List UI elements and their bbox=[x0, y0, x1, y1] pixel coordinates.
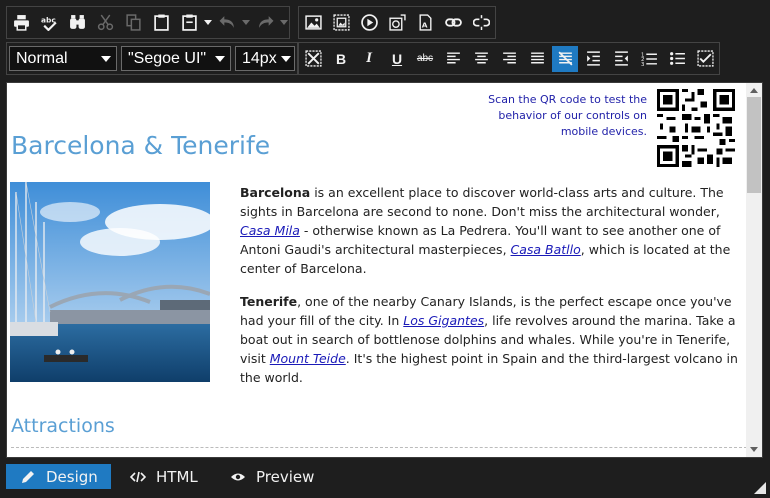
barcelona-bold: Barcelona bbox=[240, 185, 311, 200]
font-name-value: "Segoe UI" bbox=[128, 49, 207, 67]
mode-bar: Design HTML Preview bbox=[0, 462, 770, 498]
paste-icon[interactable] bbox=[148, 10, 174, 36]
cut-icon[interactable] bbox=[92, 10, 118, 36]
barcelona-port-photo bbox=[10, 182, 210, 382]
paste-special-icon[interactable] bbox=[176, 10, 202, 36]
spellcheck-icon[interactable]: abc bbox=[36, 10, 62, 36]
clear-formatting-icon[interactable] bbox=[300, 46, 326, 72]
align-center-icon[interactable] bbox=[468, 46, 494, 72]
preview-tab-label: Preview bbox=[256, 467, 315, 486]
casa-batllo-link[interactable]: Casa Batllo bbox=[511, 242, 581, 257]
font-size-dropdown-icon bbox=[280, 55, 291, 62]
code-icon bbox=[130, 471, 146, 482]
remove-link-icon[interactable] bbox=[468, 10, 494, 36]
format-block-dropdown-icon bbox=[101, 55, 111, 62]
scroll-thumb[interactable] bbox=[747, 97, 761, 193]
format-block-select[interactable]: Normal bbox=[9, 46, 117, 71]
barcelona-paragraph: Barcelona is an excellent place to disco… bbox=[240, 183, 745, 278]
font-size-value: 14px bbox=[242, 49, 277, 67]
toolbar-insert-group: A bbox=[298, 6, 496, 39]
insert-video-icon[interactable] bbox=[356, 10, 382, 36]
undo-dropdown-icon[interactable] bbox=[241, 10, 251, 36]
toolbar-font-group: Normal "Segoe UI" 14px bbox=[6, 42, 298, 75]
find-icon[interactable] bbox=[64, 10, 90, 36]
html-tab[interactable]: HTML bbox=[116, 464, 212, 489]
qr-code-image bbox=[657, 89, 735, 167]
image-gallery-icon[interactable] bbox=[328, 10, 354, 36]
design-tab[interactable]: Design bbox=[6, 464, 111, 489]
toolbar-edit-group: abc bbox=[6, 6, 290, 39]
insert-image-icon[interactable] bbox=[300, 10, 326, 36]
toolbar-format-group: B I U abc 123 bbox=[298, 42, 720, 75]
los-gigantes-link[interactable]: Los Gigantes bbox=[403, 313, 484, 328]
table-border bbox=[11, 447, 747, 448]
scroll-up-icon[interactable] bbox=[750, 88, 758, 93]
qr-caption: Scan the QR code to test the behavior of… bbox=[488, 93, 647, 138]
attractions-heading: Attractions bbox=[11, 415, 115, 437]
vertical-scrollbar[interactable] bbox=[746, 83, 762, 457]
align-right-icon[interactable] bbox=[496, 46, 522, 72]
align-left-icon[interactable] bbox=[440, 46, 466, 72]
font-size-select[interactable]: 14px bbox=[235, 46, 295, 71]
preview-tab[interactable]: Preview bbox=[216, 464, 326, 489]
tenerife-bold: Tenerife bbox=[240, 294, 298, 309]
design-view[interactable]: Scan the QR code to test the behavior of… bbox=[6, 82, 763, 458]
bullet-list-icon[interactable] bbox=[664, 46, 690, 72]
tenerife-paragraph: Tenerife, one of the nearby Canary Islan… bbox=[240, 292, 745, 387]
strikethrough-icon[interactable]: abc bbox=[412, 46, 438, 72]
html-tab-label: HTML bbox=[156, 467, 198, 486]
html-editor: abc A Normal "Segoe UI" 14px B I U abc 1… bbox=[0, 0, 770, 498]
undo-icon[interactable] bbox=[214, 10, 240, 36]
scroll-down-icon[interactable] bbox=[750, 447, 758, 452]
pencil-icon bbox=[22, 470, 34, 483]
insert-audio-icon[interactable] bbox=[384, 10, 410, 36]
outdent-icon[interactable] bbox=[608, 46, 634, 72]
font-name-dropdown-icon bbox=[215, 55, 225, 62]
italic-icon[interactable]: I bbox=[356, 46, 382, 72]
eye-icon bbox=[231, 473, 245, 480]
redo-icon[interactable] bbox=[252, 10, 278, 36]
insert-link-icon[interactable] bbox=[440, 10, 466, 36]
redo-dropdown-icon[interactable] bbox=[279, 10, 289, 36]
svg-text:abc: abc bbox=[41, 16, 56, 25]
resize-grip-icon[interactable] bbox=[754, 482, 766, 494]
print-icon[interactable] bbox=[8, 10, 34, 36]
design-tab-label: Design bbox=[46, 467, 98, 486]
insert-document-icon[interactable]: A bbox=[412, 10, 438, 36]
numbered-list-icon[interactable]: 123 bbox=[636, 46, 662, 72]
format-block-value: Normal bbox=[16, 49, 68, 67]
page-heading: Barcelona & Tenerife bbox=[11, 131, 271, 160]
mount-teide-link[interactable]: Mount Teide bbox=[270, 351, 346, 366]
justify-icon[interactable] bbox=[524, 46, 550, 72]
justify-none-icon[interactable] bbox=[552, 45, 578, 72]
casa-mila-link[interactable]: Casa Mila bbox=[240, 223, 300, 238]
p1-text-1: is an excellent place to discover world-… bbox=[240, 185, 724, 219]
indent-icon[interactable] bbox=[580, 46, 606, 72]
svg-text:A: A bbox=[421, 20, 427, 29]
copy-icon[interactable] bbox=[120, 10, 146, 36]
toggle-fullscreen-icon[interactable] bbox=[692, 46, 718, 72]
underline-icon[interactable]: U bbox=[384, 46, 410, 72]
paste-dropdown-icon[interactable] bbox=[203, 10, 213, 36]
bold-icon[interactable]: B bbox=[328, 46, 354, 72]
svg-text:3: 3 bbox=[641, 62, 644, 67]
font-name-select[interactable]: "Segoe UI" bbox=[121, 46, 231, 71]
